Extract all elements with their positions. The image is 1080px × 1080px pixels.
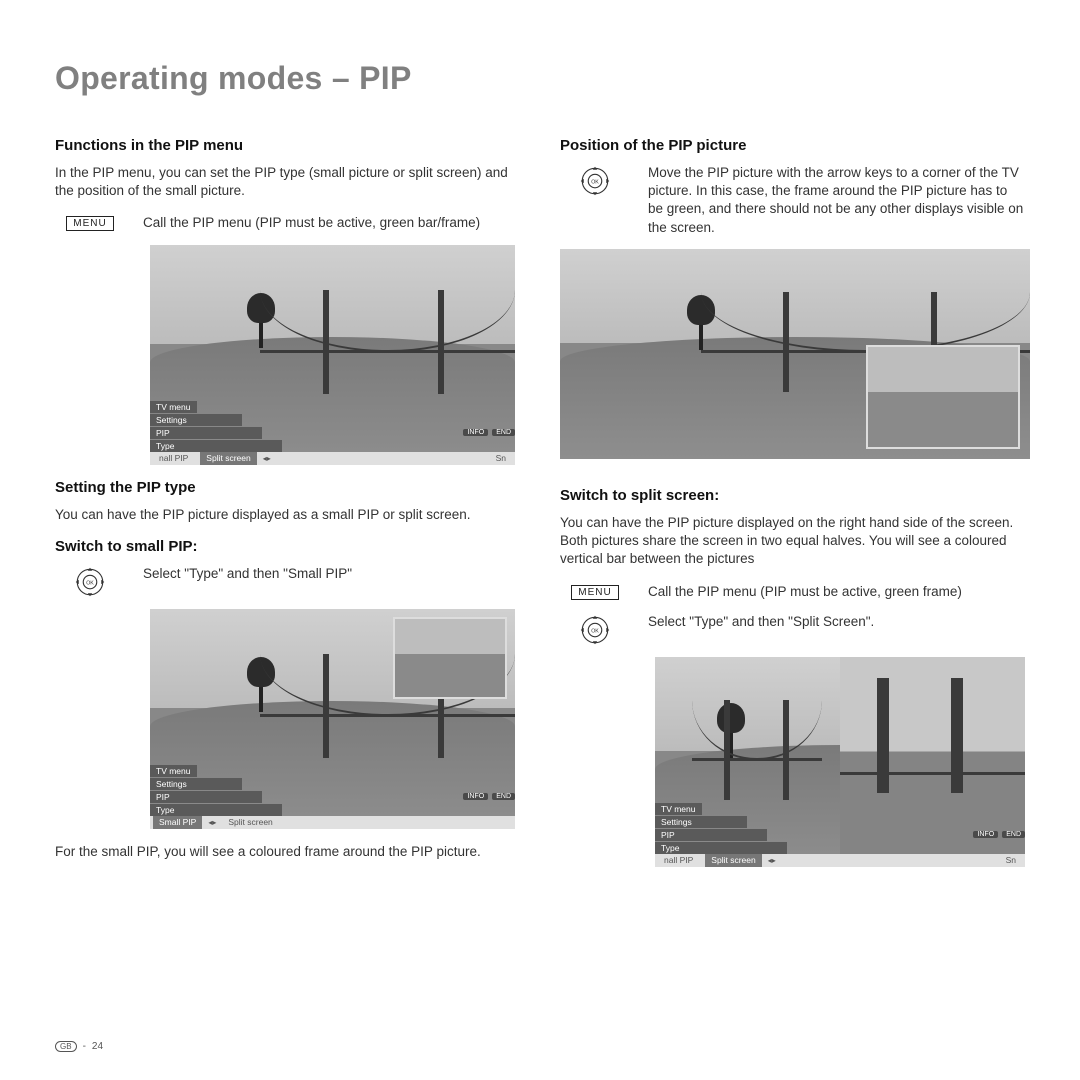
osd-crumb-pip: PIP [655, 829, 767, 841]
page-footer: GB - 24 [55, 1041, 103, 1052]
osd-tag-end: END [1002, 831, 1025, 838]
para-small-pip-after: For the small PIP, you will see a colour… [55, 843, 520, 861]
osd-tag-end: END [492, 793, 515, 800]
osd-tag-end: END [492, 429, 515, 436]
osd-crumb-settings: Settings [150, 414, 242, 426]
heading-setting-pip-type: Setting the PIP type [55, 479, 520, 496]
pip-inset-frame [866, 345, 1020, 449]
heading-switch-split-screen: Switch to split screen: [560, 487, 1025, 504]
osd-crumb-settings: Settings [655, 816, 747, 828]
screenshot-pip-menu-type: TV menu Settings PIP INFO END Type nall … [150, 245, 515, 465]
para-switch-split-screen: You can have the PIP picture displayed o… [560, 514, 1025, 569]
heading-switch-small-pip: Switch to small PIP: [55, 538, 520, 555]
caption-select-split-screen: Select "Type" and then "Split Screen". [648, 613, 1025, 631]
osd-crumb-tvmenu: TV menu [150, 401, 197, 413]
osd-arrows-icon: ◂▸ [768, 856, 776, 865]
osd-arrows-icon: ◂▸ [208, 818, 216, 827]
page-title: Operating modes – PIP [55, 60, 1025, 97]
osd-option-trunc: Sn [1000, 855, 1022, 865]
svg-text:OK: OK [86, 580, 94, 586]
osd-crumb-tvmenu: TV menu [150, 765, 197, 777]
para-functions: In the PIP menu, you can set the PIP typ… [55, 164, 520, 200]
osd-option-small-pip: nall PIP [153, 453, 194, 463]
para-setting-pip-type: You can have the PIP picture displayed a… [55, 506, 520, 524]
osd-option-split-screen-selected: Split screen [705, 854, 761, 867]
caption-call-pip-menu: Call the PIP menu (PIP must be active, g… [143, 214, 520, 232]
ok-dial-icon: OK [580, 615, 610, 645]
ok-dial-icon: OK [580, 166, 610, 196]
osd-tag-info: INFO [463, 793, 488, 800]
osd-crumb-pip: PIP [150, 791, 262, 803]
menu-button-icon: MENU [66, 216, 113, 231]
heading-position-pip: Position of the PIP picture [560, 137, 1025, 154]
osd-option-split-screen: Split screen [222, 817, 278, 827]
caption-select-small-pip: Select "Type" and then "Small PIP" [143, 565, 520, 583]
heading-functions: Functions in the PIP menu [55, 137, 520, 154]
osd-option-trunc: Sn [490, 453, 512, 463]
right-column: Position of the PIP picture OK Move the … [560, 137, 1025, 881]
screenshot-pip-position [560, 249, 1030, 459]
footer-region: GB [55, 1041, 77, 1052]
screenshot-split-screen: TV menu Settings PIP INFO END Type nall … [655, 657, 1025, 867]
osd-overlay: TV menu Settings PIP INFO END Type nall … [150, 400, 515, 465]
menu-button-icon: MENU [571, 585, 618, 600]
footer-page-number: 24 [92, 1041, 103, 1052]
osd-crumb-tvmenu: TV menu [655, 803, 702, 815]
svg-text:OK: OK [591, 628, 599, 634]
osd-crumb-type: Type [150, 804, 282, 816]
caption-call-pip-menu-2: Call the PIP menu (PIP must be active, g… [648, 583, 1025, 601]
left-column: Functions in the PIP menu In the PIP men… [55, 137, 520, 881]
osd-arrows-icon: ◂▸ [263, 454, 271, 463]
osd-crumb-type: Type [150, 440, 282, 452]
ok-dial-icon: OK [75, 567, 105, 597]
osd-crumb-pip: PIP [150, 427, 262, 439]
screenshot-small-pip: TV menu Settings PIP INFO END Type Small… [150, 609, 515, 829]
osd-tag-info: INFO [973, 831, 998, 838]
osd-tag-info: INFO [463, 429, 488, 436]
osd-overlay: TV menu Settings PIP INFO END Type nall … [655, 802, 1025, 867]
caption-position-pip: Move the PIP picture with the arrow keys… [648, 164, 1025, 237]
osd-crumb-settings: Settings [150, 778, 242, 790]
osd-option-split-screen-selected: Split screen [200, 452, 256, 465]
svg-text:OK: OK [591, 179, 599, 185]
osd-crumb-type: Type [655, 842, 787, 854]
osd-overlay: TV menu Settings PIP INFO END Type Small… [150, 764, 515, 829]
osd-option-small-pip-selected: Small PIP [153, 816, 202, 829]
pip-inset-frame [393, 617, 507, 699]
osd-option-small-pip: nall PIP [658, 855, 699, 865]
